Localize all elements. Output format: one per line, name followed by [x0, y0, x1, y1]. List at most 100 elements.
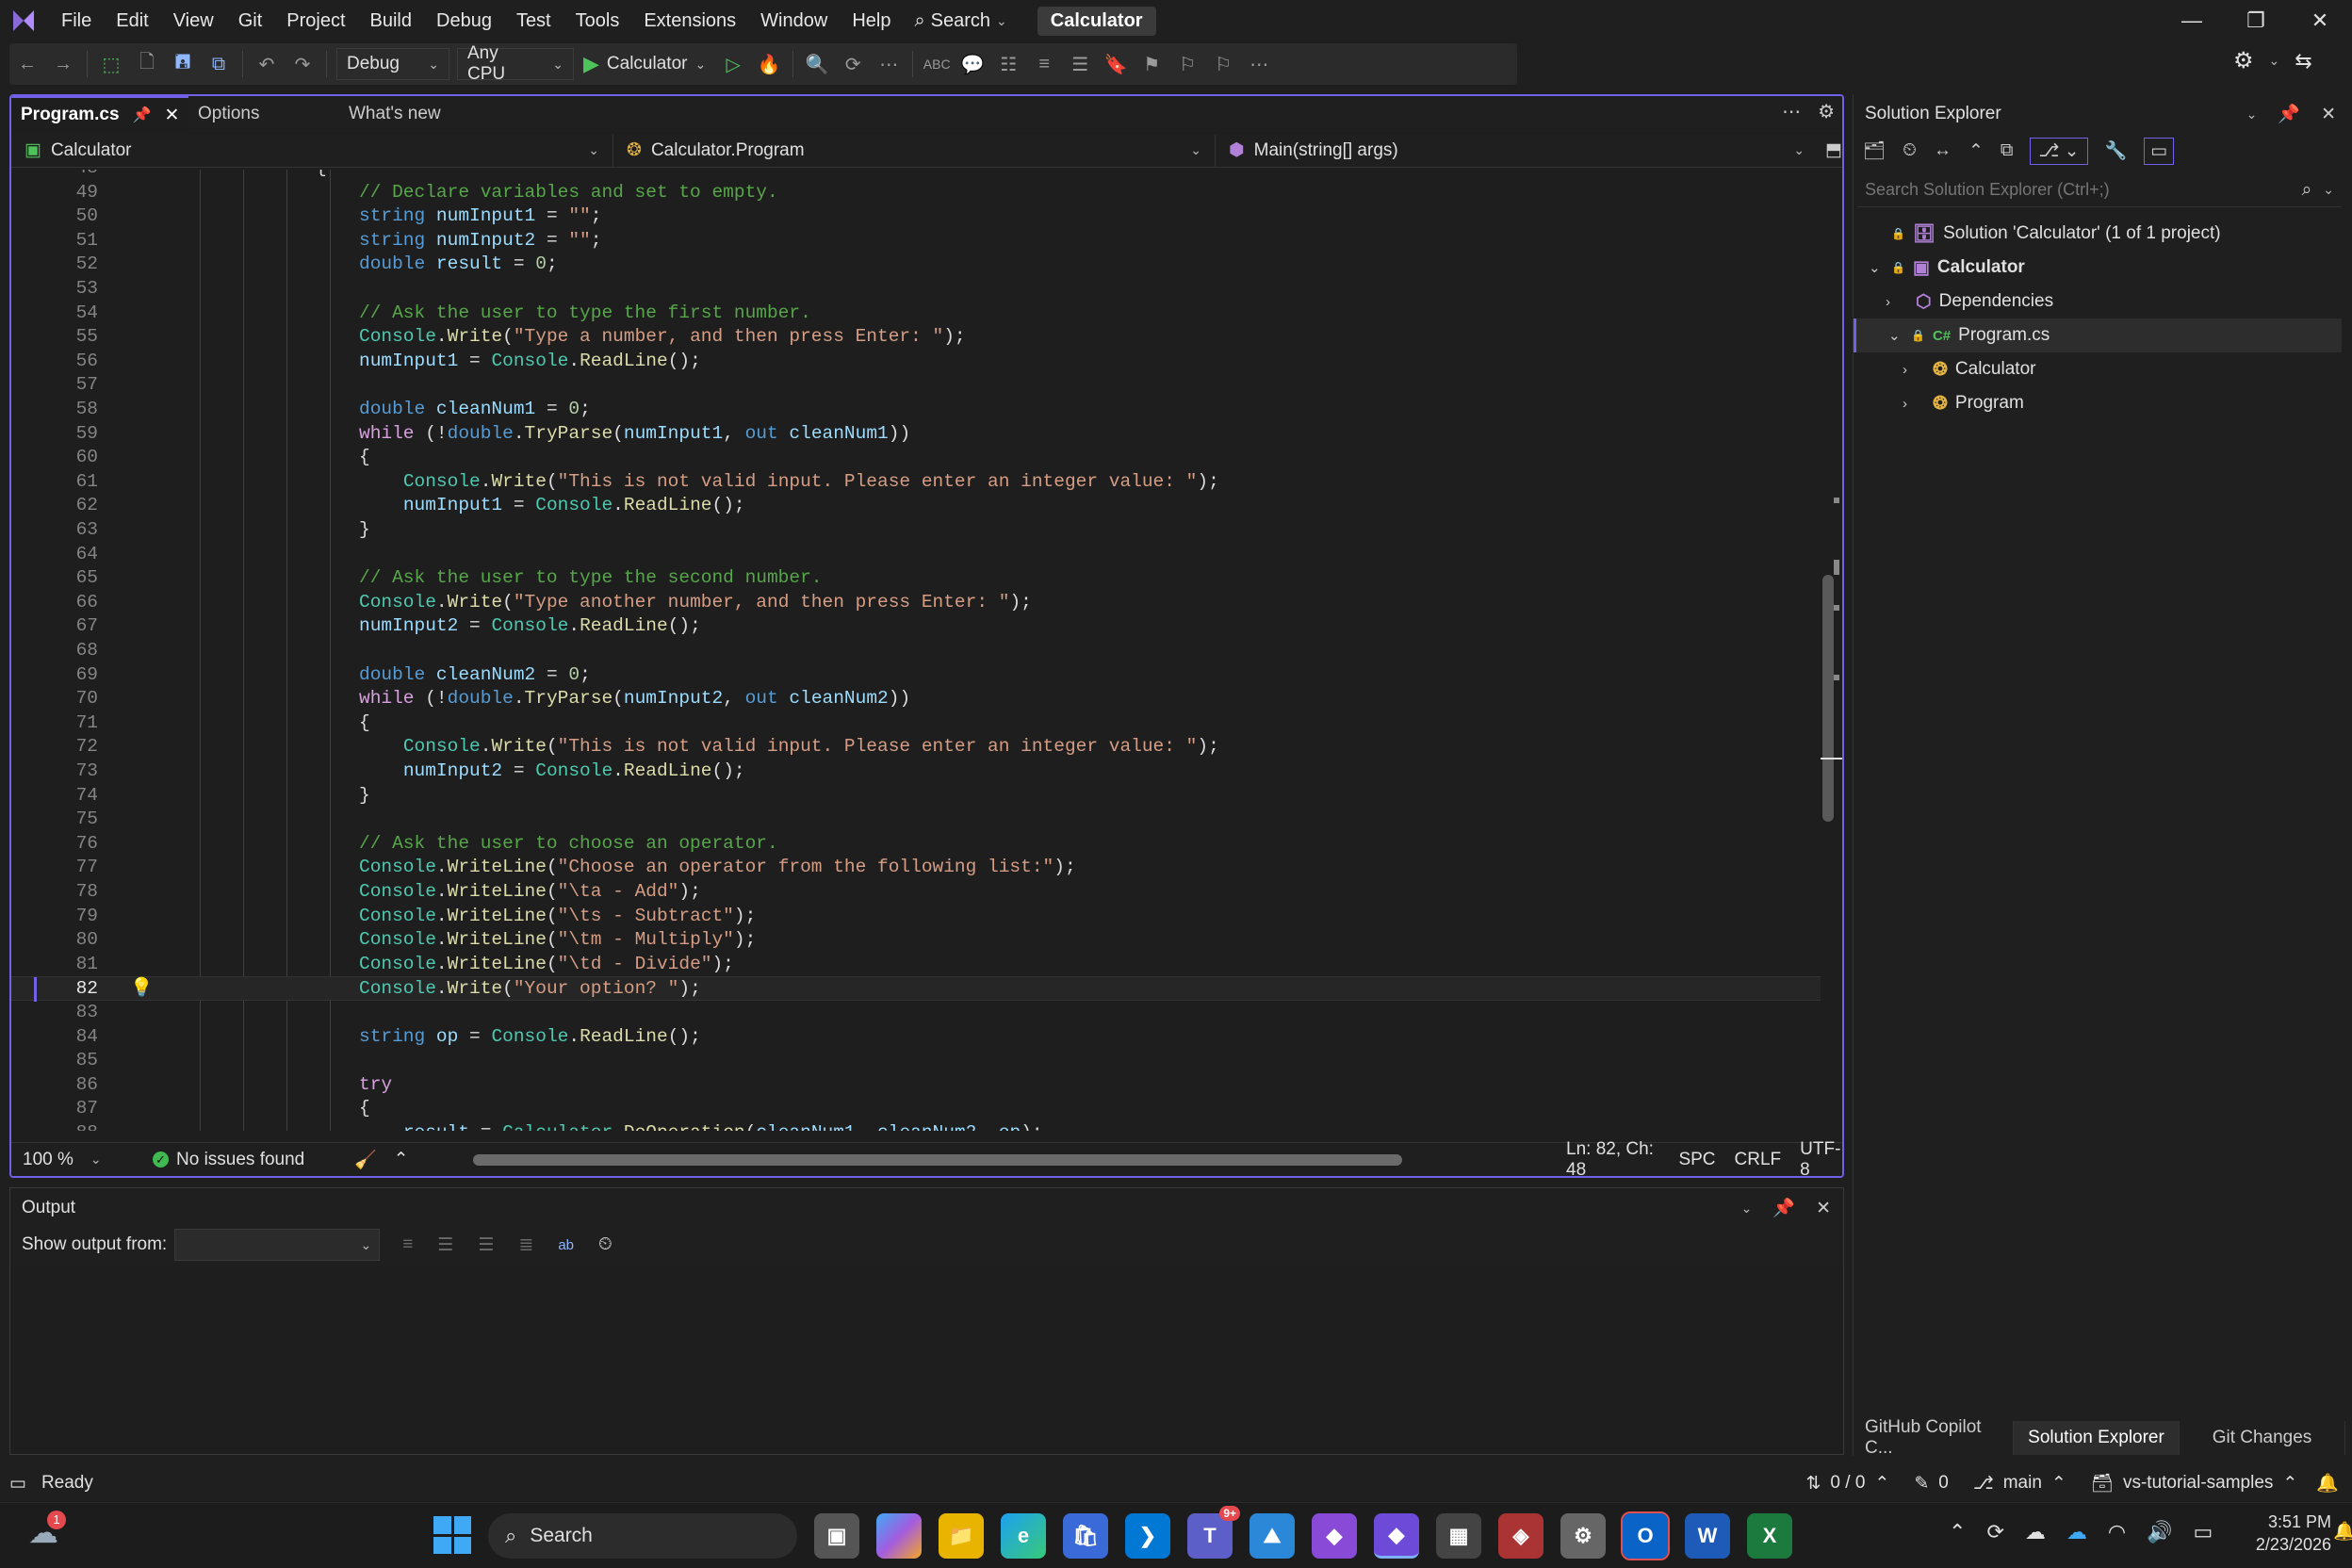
clear-bookmarks-icon[interactable]: ⚐: [1205, 46, 1241, 82]
next-bookmark-icon[interactable]: ⚐: [1169, 46, 1205, 82]
code-line[interactable]: 67 numInput2 = Console.ReadLine();: [11, 614, 1821, 639]
outdent-icon[interactable]: ☰: [1062, 46, 1098, 82]
visual-studio-icon[interactable]: ◆: [1374, 1513, 1419, 1559]
undo-icon[interactable]: ↶: [249, 46, 285, 82]
output-window-icon[interactable]: ▭: [9, 1473, 26, 1494]
git-tool-icon[interactable]: ◈: [1498, 1513, 1544, 1559]
code-line[interactable]: 63}: [11, 518, 1821, 543]
code-line[interactable]: 73 numInput2 = Console.ReadLine();: [11, 760, 1821, 784]
cursor-position[interactable]: Ln: 82, Ch: 48: [1566, 1139, 1659, 1176]
volume-icon[interactable]: 🔊: [2147, 1520, 2172, 1544]
edge-browser-icon[interactable]: e: [1001, 1513, 1046, 1559]
menu-help[interactable]: Help: [840, 0, 903, 41]
menu-test[interactable]: Test: [504, 0, 564, 41]
live-share-icon[interactable]: ⇆: [2295, 49, 2311, 74]
code-line[interactable]: 64: [11, 543, 1821, 567]
pin-icon[interactable]: 📌: [2278, 103, 2300, 125]
word-wrap-icon[interactable]: ab: [558, 1237, 574, 1253]
previous-message-icon[interactable]: ☰: [437, 1234, 453, 1256]
whitespace-mode[interactable]: SPC: [1678, 1150, 1715, 1170]
find-message-icon[interactable]: ≡: [402, 1234, 413, 1255]
code-line[interactable]: 78 Console.WriteLine("\ta - Add");: [11, 880, 1821, 905]
code-line[interactable]: 77 Console.WriteLine("Choose an operator …: [11, 856, 1821, 880]
weather-widget[interactable]: ☁ 1: [28, 1511, 66, 1552]
browser-link-icon[interactable]: ⟳: [835, 46, 871, 82]
more-icon[interactable]: ⋯: [871, 46, 906, 82]
code-line[interactable]: 75: [11, 808, 1821, 832]
code-line[interactable]: 72 Console.Write("This is not valid inpu…: [11, 735, 1821, 760]
tree-item[interactable]: › ❂ Program: [1854, 386, 2342, 420]
tree-item[interactable]: ⌄ 🔒 ▣ Calculator: [1854, 251, 2342, 285]
code-line[interactable]: 56 numInput1 = Console.ReadLine();: [11, 350, 1821, 374]
tree-item[interactable]: 🔒 🗄 Solution 'Calculator' (1 of 1 project): [1854, 217, 2342, 251]
code-line[interactable]: 85: [11, 1049, 1821, 1073]
git-commits-indicator[interactable]: ⇅ 0 / 0 ⌃: [1806, 1473, 1890, 1494]
spell-check-icon[interactable]: ABC: [919, 46, 955, 82]
start-button[interactable]: [433, 1516, 471, 1554]
teams-icon[interactable]: T 9+: [1187, 1506, 1240, 1559]
code-line[interactable]: 65 // Ask the user to type the second num…: [11, 566, 1821, 591]
chevron-up-icon[interactable]: ⌃: [1949, 1520, 1966, 1544]
tree-item[interactable]: › ⬡ Dependencies: [1854, 285, 2342, 318]
bookmark-icon[interactable]: 🔖: [1098, 46, 1134, 82]
sync-icon[interactable]: ⟳: [1986, 1520, 2003, 1544]
code-area[interactable]: 48 {49 // Declare variables and set to emp…: [11, 170, 1821, 1131]
issues-indicator[interactable]: ✓ No issues found: [153, 1150, 341, 1170]
menu-view[interactable]: View: [161, 0, 226, 41]
output-source-dropdown[interactable]: ⌄: [174, 1229, 381, 1261]
notification-center-icon[interactable]: 🔔: [2333, 1520, 2352, 1548]
sync-active-document-icon[interactable]: ↔: [1934, 140, 1952, 161]
code-line[interactable]: 61 Console.Write("This is not valid inpu…: [11, 470, 1821, 495]
minimize-button[interactable]: —: [2160, 0, 2224, 41]
properties-wrench-icon[interactable]: 🔧: [2105, 139, 2128, 162]
close-tab-icon[interactable]: ✕: [164, 105, 179, 126]
code-line[interactable]: 74}: [11, 784, 1821, 808]
vertical-scroll-thumb[interactable]: [1822, 575, 1834, 822]
previous-bookmark-icon[interactable]: ⚑: [1134, 46, 1169, 82]
excel-icon[interactable]: X: [1747, 1513, 1792, 1559]
zoom-dropdown[interactable]: 100 % ⌄: [11, 1150, 124, 1170]
save-all-icon[interactable]: ⧉: [201, 46, 237, 82]
chevron-right-icon[interactable]: ›: [1903, 396, 1918, 412]
chevron-right-icon[interactable]: ›: [1903, 362, 1918, 378]
code-line[interactable]: 50 string numInput1 = "";: [11, 204, 1821, 229]
copilot-icon[interactable]: ⚙: [2233, 47, 2254, 74]
menu-git[interactable]: Git: [226, 0, 275, 41]
visual-studio-logo-icon[interactable]: [8, 5, 40, 37]
code-line[interactable]: 58 double cleanNum1 = 0;: [11, 398, 1821, 422]
tab-what-s-new[interactable]: What's new: [339, 96, 490, 132]
code-line[interactable]: 60 {: [11, 446, 1821, 470]
code-line[interactable]: 55 Console.Write("Type a number, and then…: [11, 325, 1821, 350]
start-without-debugging-icon[interactable]: ▷: [715, 46, 751, 82]
switch-views-icon[interactable]: 🗂: [1863, 139, 1886, 162]
type-dropdown[interactable]: ❂ Calculator.Program ⌄: [613, 134, 1217, 167]
horizontal-scroll-thumb[interactable]: [473, 1154, 1402, 1166]
taskbar-search[interactable]: ⌕ Search: [488, 1513, 797, 1559]
project-dropdown[interactable]: ▣ Calculator ⌄: [11, 134, 614, 167]
close-window-button[interactable]: ✕: [2288, 0, 2352, 41]
chevron-up-icon[interactable]: ⌃: [394, 1149, 409, 1170]
bottom-tab-github-copilot-c[interactable]: GitHub Copilot C...: [1854, 1417, 2014, 1458]
member-dropdown[interactable]: ⬢ Main(string[] args) ⌄: [1216, 135, 1818, 167]
code-line[interactable]: 49 // Declare variables and set to empty.: [11, 181, 1821, 205]
redo-icon[interactable]: ↷: [285, 46, 320, 82]
split-window-icon[interactable]: ⬒: [1825, 139, 1842, 161]
code-line[interactable]: 59 while (!double.TryParse(numInput1, out…: [11, 422, 1821, 447]
code-line[interactable]: 80 Console.WriteLine("\tm - Multiply");: [11, 928, 1821, 953]
visual-studio-preview-icon[interactable]: ◆: [1312, 1513, 1357, 1559]
vertical-scrollbar[interactable]: [1819, 172, 1842, 1133]
search-menu[interactable]: ⌕ Search ⌄: [903, 10, 1018, 32]
restore-button[interactable]: ❐: [2224, 0, 2288, 41]
code-line[interactable]: 70 while (!double.TryParse(numInput2, out…: [11, 687, 1821, 711]
calculator-icon[interactable]: ▦: [1436, 1513, 1481, 1559]
next-message-icon[interactable]: ☰: [478, 1234, 494, 1256]
close-icon[interactable]: ✕: [1816, 1198, 1831, 1219]
solution-configuration-dropdown[interactable]: Debug ⌄: [336, 48, 449, 80]
outlook-icon[interactable]: O: [1621, 1511, 1670, 1560]
bottom-tab-git-changes[interactable]: Git Changes: [2180, 1421, 2345, 1455]
code-line[interactable]: 52 double result = 0;: [11, 253, 1821, 277]
pin-icon[interactable]: 📌: [1772, 1197, 1795, 1219]
tree-item[interactable]: › ❂ Calculator: [1854, 352, 2342, 386]
solution-platform-dropdown[interactable]: Any CPU ⌄: [457, 43, 574, 84]
horizontal-scrollbar[interactable]: [464, 1154, 1406, 1166]
